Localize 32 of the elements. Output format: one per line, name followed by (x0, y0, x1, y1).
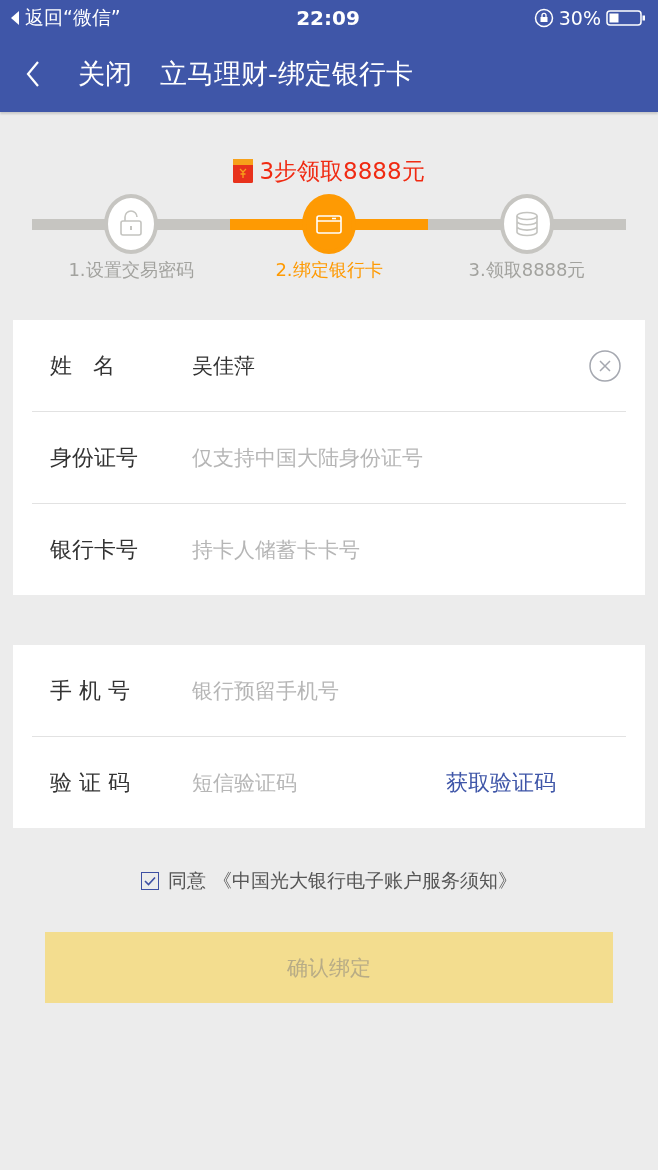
promo-text: 3步领取8888元 (259, 156, 425, 186)
field-label: 身份证号 (49, 443, 139, 472)
checkbox[interactable] (141, 872, 160, 890)
clear-icon (588, 348, 622, 383)
step-label: 1.设置交易密码 (68, 258, 194, 282)
agreement-text: 同意 《中国光大银行电子账户服务须知》 (168, 868, 517, 893)
input-field[interactable]: 短信验证码 (192, 770, 446, 795)
back-button[interactable] (26, 60, 40, 88)
back-triangle-icon (10, 10, 20, 26)
page-title: 立马理财-绑定银行卡 (160, 57, 413, 91)
padlock-icon (117, 210, 145, 238)
battery-percent: 30% (558, 7, 601, 29)
input-field[interactable]: 仅支持中国大陆身份证号 (192, 445, 626, 470)
close-link[interactable]: 关闭 (78, 56, 132, 92)
battery-icon (606, 9, 646, 27)
field-label: 手 机 号 (49, 676, 131, 705)
input-field[interactable]: 吴佳萍 (192, 353, 588, 378)
coin-stack-icon (513, 210, 541, 238)
rotation-lock-icon (533, 8, 554, 28)
back-to-app-link[interactable]: 返回“微信” (25, 5, 121, 31)
step-label: 2.绑定银行卡 (275, 258, 383, 282)
step-label: 3.领取8888元 (468, 258, 586, 282)
envelope-icon (233, 159, 254, 183)
clock-time: 22:09 (296, 6, 360, 30)
back-chevron-icon (26, 60, 40, 88)
get-code-button[interactable]: 获取验证码 (446, 767, 556, 798)
field-label: 银行卡号 (49, 535, 139, 564)
check-icon (144, 876, 157, 886)
input-field[interactable]: 持卡人储蓄卡卡号 (192, 537, 626, 562)
input-field[interactable]: 银行预留手机号 (192, 678, 626, 703)
field-label: 姓 名 (49, 351, 116, 380)
field-label: 验 证 码 (49, 768, 131, 797)
